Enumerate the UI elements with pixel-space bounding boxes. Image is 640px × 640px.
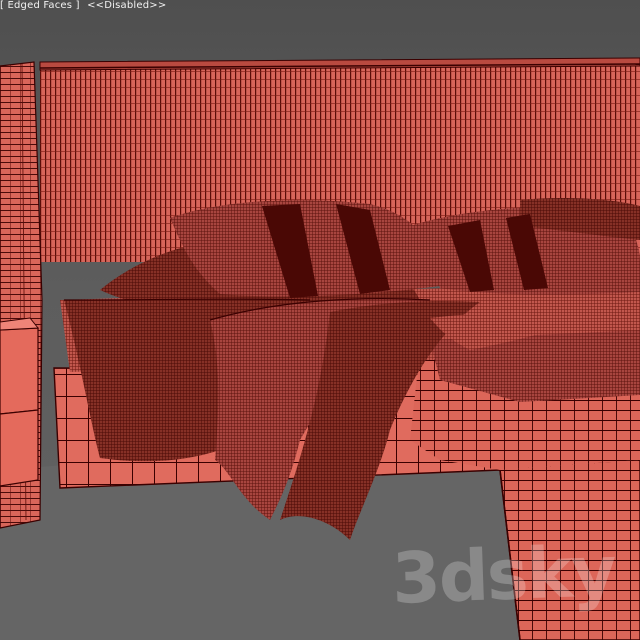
viewport-label[interactable]: [ Edged Faces ] <<Disabled>>: [0, 0, 170, 12]
shading-mode-label[interactable]: [ Edged Faces ]: [0, 0, 84, 11]
3dsky-watermark: 3dsky: [390, 530, 617, 620]
nightstand: [0, 317, 39, 487]
viewport-status-label: <<Disabled>>: [87, 0, 167, 11]
3d-viewport[interactable]: [ Edged Faces ] <<Disabled>> 3dsky: [0, 0, 640, 640]
